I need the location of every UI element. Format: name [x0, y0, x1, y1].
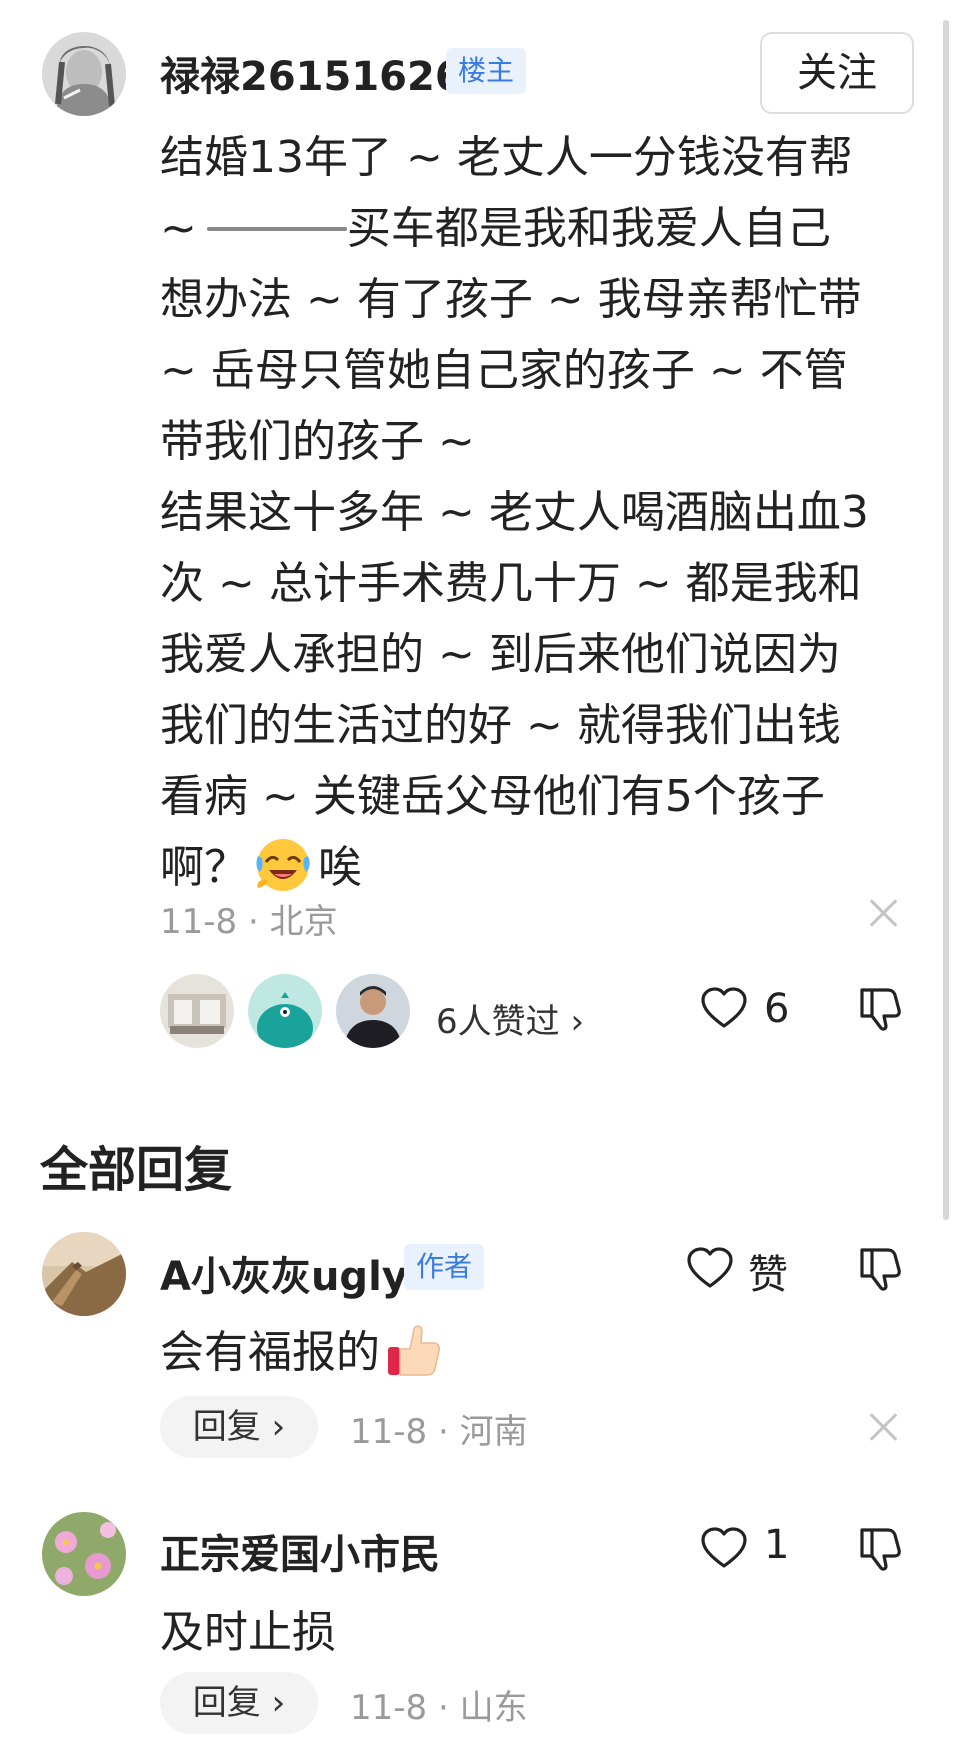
thumbs-down-icon[interactable]	[858, 986, 902, 1032]
post-line: 看病 ~ 关键岳父母他们有5个孩子	[160, 771, 825, 822]
op-badge: 楼主	[446, 48, 527, 94]
heart-icon[interactable]	[700, 1526, 748, 1570]
reply-avatar[interactable]	[42, 1232, 126, 1316]
post-line: 结婚13年了 ~ 老丈人一分钱没有帮	[160, 132, 853, 183]
laughing-crying-emoji-icon	[252, 832, 314, 894]
post-line-prefix: ~	[160, 203, 197, 254]
reply-avatar[interactable]	[42, 1512, 126, 1596]
reply-text-content: 会有福报的	[160, 1327, 380, 1378]
replies-section-title: 全部回复	[40, 1142, 233, 1198]
redacted-strike	[197, 205, 347, 249]
post-line: 次 ~ 总计手术费几十万 ~ 都是我和	[160, 558, 862, 609]
reply-author-badge: 作者	[404, 1244, 485, 1290]
post-line: 啊？ 唉	[160, 832, 920, 903]
reply-like-label: 赞	[748, 1252, 788, 1298]
reply-author-name[interactable]: A小灰灰ugly	[160, 1244, 408, 1302]
reply-button[interactable]: 回复 ›	[160, 1672, 318, 1734]
post-line-text: 买车都是我和我爱人自己	[346, 203, 831, 254]
follow-button[interactable]: 关注	[760, 32, 914, 114]
heart-icon[interactable]	[700, 986, 748, 1030]
reply-text: 及时止损	[160, 1607, 336, 1658]
reply-meta: 11-8 · 山东	[350, 1688, 528, 1728]
post-line-text: 唉	[318, 842, 362, 893]
reply-text: 会有福报的	[160, 1316, 446, 1380]
liker-avatar[interactable]	[336, 974, 410, 1048]
post-line: 带我们的孩子 ~	[160, 416, 475, 467]
liker-avatar[interactable]	[160, 974, 234, 1048]
post-line: 我们的生活过的好 ~ 就得我们出钱	[160, 700, 841, 751]
thumbs-down-icon[interactable]	[858, 1246, 902, 1292]
like-count: 6	[764, 986, 790, 1032]
reply-like-count: 1	[764, 1522, 790, 1568]
post-line: 我爱人承担的 ~ 到后来他们说因为	[160, 629, 841, 680]
thumbs-up-emoji-icon	[384, 1321, 442, 1379]
post-body: 结婚13年了 ~ 老丈人一分钱没有帮 ~ 买车都是我和我爱人自己 想办法 ~ 有了…	[160, 122, 920, 903]
close-icon[interactable]	[868, 1412, 898, 1442]
scrollbar-thumb[interactable]	[943, 20, 949, 1220]
post-meta: 11-8 · 北京	[160, 902, 338, 942]
liker-avatar[interactable]	[248, 974, 322, 1048]
post-line: ~ 买车都是我和我爱人自己	[160, 193, 920, 264]
thumbs-down-icon[interactable]	[858, 1526, 902, 1572]
reply-author-name[interactable]: 正宗爱国小市民	[160, 1522, 440, 1580]
heart-icon[interactable]	[686, 1246, 734, 1290]
post-line: ~ 岳母只管她自己家的孩子 ~ 不管	[160, 345, 848, 396]
likes-summary-link[interactable]: 6人赞过 ›	[436, 994, 584, 1043]
reply-meta: 11-8 · 河南	[350, 1412, 528, 1452]
op-avatar[interactable]	[42, 32, 126, 116]
reply-button[interactable]: 回复 ›	[160, 1396, 318, 1458]
post-line: 想办法 ~ 有了孩子 ~ 我母亲帮忙带	[160, 274, 862, 325]
op-author-name[interactable]: 禄禄26151626	[160, 44, 463, 102]
post-line: 结果这十多年 ~ 老丈人喝酒脑出血3	[160, 487, 869, 538]
close-icon[interactable]	[868, 898, 898, 928]
post-line-text: 啊？	[160, 842, 248, 893]
